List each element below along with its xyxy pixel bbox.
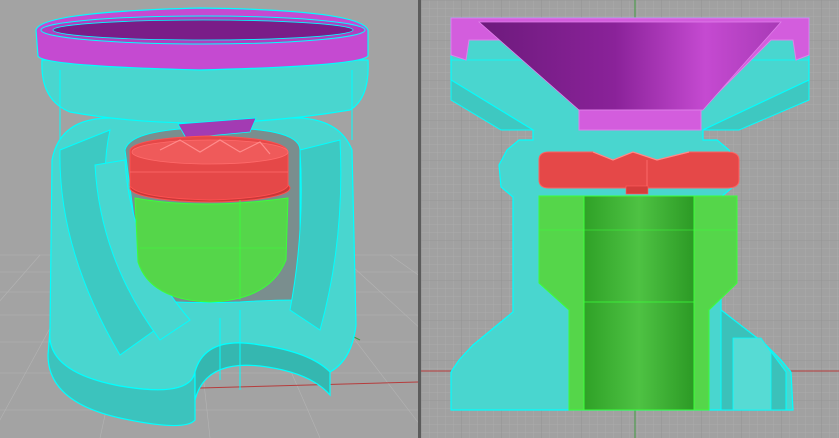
x-axis-line — [199, 381, 418, 389]
viewport-area — [0, 0, 839, 438]
wing-nut[interactable] — [538, 151, 740, 195]
front-scene — [421, 0, 839, 438]
core-cylinder[interactable] — [134, 197, 289, 303]
perspective-viewport[interactable] — [0, 0, 418, 438]
wing-nut[interactable] — [129, 135, 291, 203]
core-cylinder[interactable] — [538, 195, 738, 411]
perspective-scene — [0, 7, 418, 438]
front-viewport[interactable] — [421, 0, 839, 438]
